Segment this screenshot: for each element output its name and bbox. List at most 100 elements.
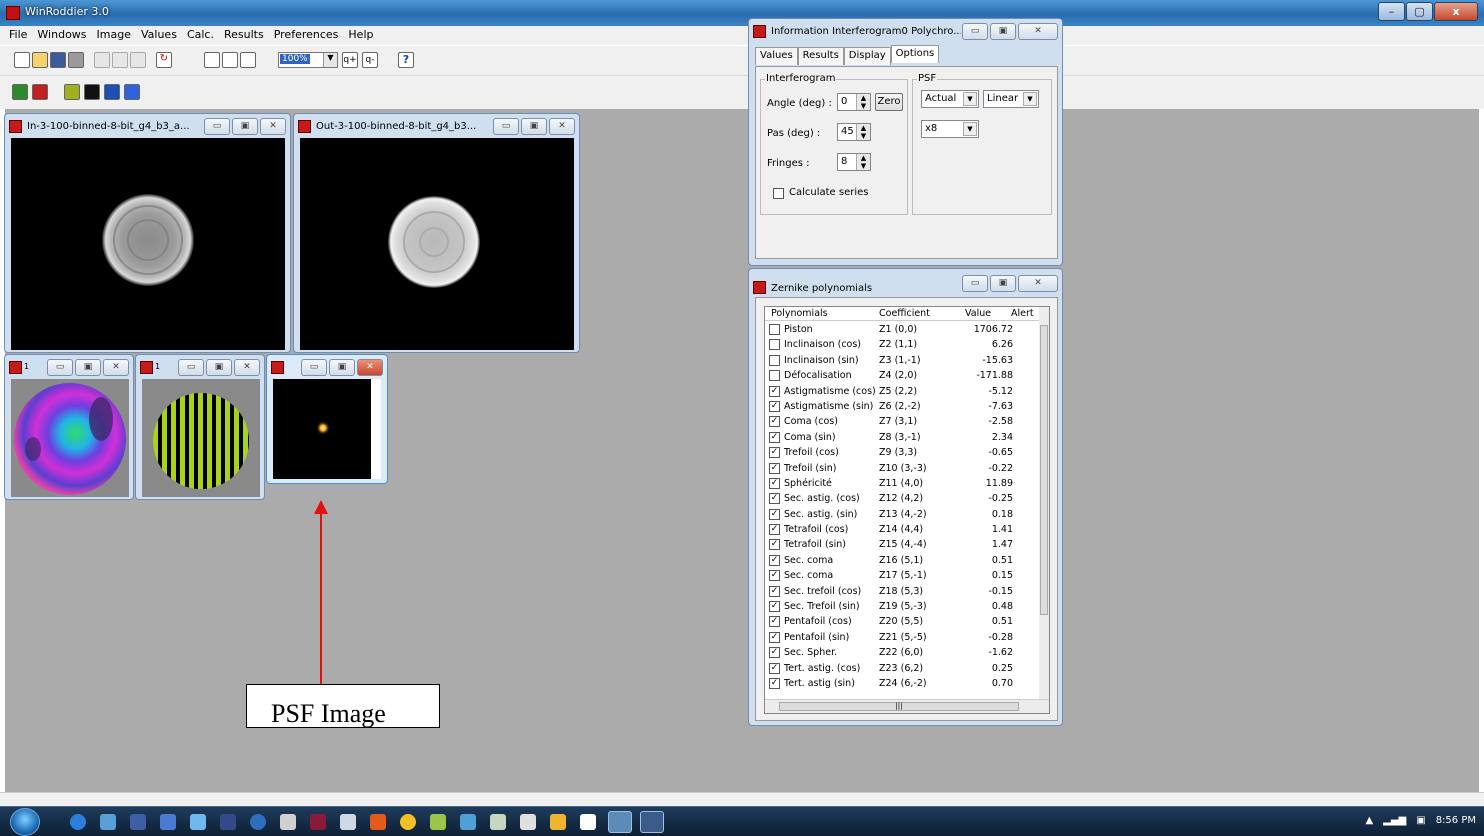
minimize-button[interactable]: ▭ [301, 359, 327, 376]
minimize-button[interactable]: ▭ [962, 275, 988, 292]
tab-options[interactable]: Options [890, 45, 940, 63]
close-button[interactable]: ✕ [357, 359, 383, 376]
table-row[interactable]: ✓ Trefoil (cos) Z9 (3,3) -0.65 [765, 445, 1041, 460]
volume-icon[interactable]: ▲ [1365, 815, 1373, 826]
maximize-button[interactable]: ▣ [990, 23, 1016, 40]
open-folder-icon[interactable] [32, 52, 48, 68]
maximize-button[interactable]: ▣ [990, 275, 1016, 292]
table-row[interactable]: ✓ Tert. astig (sin) Z24 (6,-2) 0.70 [765, 676, 1041, 691]
row-checkbox[interactable] [769, 339, 780, 351]
app-icon[interactable] [340, 814, 356, 830]
table-row[interactable]: ✓ Tert. astig. (cos) Z23 (6,2) 0.25 [765, 661, 1041, 676]
close-button[interactable]: ✕ [260, 118, 286, 135]
close-button[interactable]: ✕ [549, 118, 575, 135]
interferogram-window[interactable]: 1 ▭ ▣ ✕ [135, 354, 265, 500]
table-row[interactable]: ✓ Sec. trefoil (cos) Z18 (5,3) -0.15 [765, 584, 1041, 599]
tab-values[interactable]: Values [755, 47, 798, 65]
row-checkbox[interactable]: ✓ [769, 462, 780, 474]
table-row[interactable]: ✓ Sec. coma Z16 (5,1) 0.51 [765, 553, 1041, 568]
maximize-button[interactable]: ▣ [521, 118, 547, 135]
psf-canvas[interactable] [273, 379, 371, 479]
pas-spinner[interactable]: 45 ▲ ▼ [837, 123, 871, 141]
media-player-icon[interactable] [370, 814, 386, 830]
table-row[interactable]: ✓ Astigmatisme (sin) Z6 (2,-2) -7.63 [765, 399, 1041, 414]
start-button[interactable] [10, 808, 40, 836]
zernike-window[interactable]: Zernike polynomials ▭ ▣ ✕ Polynomials Co… [748, 268, 1063, 726]
app-icon[interactable] [100, 814, 116, 830]
row-checkbox[interactable]: ✓ [769, 601, 780, 613]
psf-tool-icon[interactable] [84, 84, 100, 100]
app-icon[interactable] [250, 814, 266, 830]
minimize-button[interactable]: ▭ [47, 359, 73, 376]
minimize-button[interactable]: ▭ [962, 23, 988, 40]
psf-scrollbar[interactable] [371, 379, 381, 479]
internet-explorer-icon[interactable] [70, 814, 86, 830]
table-row[interactable]: ✓ Tetrafoil (sin) Z15 (4,-4) 1.47 [765, 537, 1041, 552]
maximize-button[interactable]: ▣ [232, 118, 258, 135]
table-row[interactable]: ✓ Sec. Trefoil (sin) Z19 (5,-3) 0.48 [765, 599, 1041, 614]
close-button[interactable]: x [1434, 2, 1478, 21]
app-icon[interactable] [460, 814, 476, 830]
spinner-arrows-icon[interactable]: ▲ ▼ [856, 94, 870, 110]
table-row[interactable]: ✓ Sec. coma Z17 (5,-1) 0.15 [765, 568, 1041, 583]
copy-icon[interactable] [112, 52, 128, 68]
row-checkbox[interactable]: ✓ [769, 385, 780, 397]
interferogram-titlebar[interactable]: 1 ▭ ▣ ✕ [140, 359, 260, 377]
minimize-button[interactable]: – [1378, 2, 1405, 21]
table-row[interactable]: ✓ Sec. Spher. Z22 (6,0) -1.62 [765, 645, 1041, 660]
print-icon[interactable] [68, 52, 84, 68]
information-window[interactable]: Information Interferogram0 Polychro... ▭… [748, 18, 1063, 266]
app-icon[interactable] [550, 814, 566, 830]
minimize-button[interactable]: ▭ [493, 118, 519, 135]
app-icon[interactable] [220, 814, 236, 830]
out-image-window[interactable]: Out-3-100-binned-8-bit_g4_b3... ▭ ▣ ✕ [293, 113, 580, 353]
spinner-arrows-icon[interactable]: ▲ ▼ [856, 124, 870, 140]
fringes-spinner[interactable]: 8 ▲ ▼ [837, 153, 871, 171]
row-checkbox[interactable]: ✓ [769, 477, 780, 489]
table-row[interactable]: ✓ Pentafoil (sin) Z21 (5,-5) -0.28 [765, 630, 1041, 645]
row-checkbox[interactable] [769, 354, 780, 366]
column-header-alert[interactable]: Alert [1011, 308, 1034, 319]
save-icon[interactable] [50, 52, 66, 68]
network-icon[interactable]: ▣ [1416, 815, 1425, 826]
app-icon[interactable] [430, 814, 446, 830]
zero-button[interactable]: Zero [875, 93, 903, 111]
mtf-tool-icon[interactable] [104, 84, 120, 100]
tile-vertical-icon[interactable] [240, 52, 256, 68]
psf-mode-select[interactable]: Actual ▼ [921, 90, 979, 108]
row-checkbox[interactable]: ✓ [769, 431, 780, 443]
table-row[interactable]: ✓ Pentafoil (cos) Z20 (5,5) 0.51 [765, 614, 1041, 629]
maximize-button[interactable]: ▣ [75, 359, 101, 376]
psf-window[interactable]: ▭ ▣ ✕ [266, 354, 388, 484]
table-row[interactable]: ✓ Coma (sin) Z8 (3,-1) 2.34 [765, 430, 1041, 445]
horizontal-scrollbar[interactable]: ||| [765, 699, 1049, 713]
angle-spinner[interactable]: 0 ▲ ▼ [837, 93, 871, 111]
chevron-down-icon[interactable]: ▼ [963, 122, 977, 136]
menu-values[interactable]: Values [136, 26, 182, 45]
in-image-canvas[interactable] [11, 138, 285, 350]
app-icon[interactable] [520, 814, 536, 830]
minimize-button[interactable]: ▭ [204, 118, 230, 135]
refresh-icon[interactable]: ↻ [156, 52, 172, 68]
phase-map-titlebar[interactable]: 1 ▭ ▣ ✕ [9, 359, 129, 377]
spinner-arrows-icon[interactable]: ▲ ▼ [856, 154, 870, 170]
menu-windows[interactable]: Windows [32, 26, 91, 45]
tile-horizontal-icon[interactable] [204, 52, 220, 68]
close-button[interactable]: ✕ [234, 359, 260, 376]
menu-results[interactable]: Results [219, 26, 269, 45]
row-checkbox[interactable]: ✓ [769, 570, 780, 582]
psf-scale-select[interactable]: Linear ▼ [983, 90, 1039, 108]
row-checkbox[interactable]: ✓ [769, 554, 780, 566]
psf-zoom-select[interactable]: x8 ▼ [921, 120, 979, 138]
row-checkbox[interactable]: ✓ [769, 400, 780, 412]
cut-icon[interactable] [94, 52, 110, 68]
app-icon[interactable] [608, 811, 632, 833]
zoom-select[interactable]: 100% ▼ [278, 52, 338, 68]
phase-map-canvas[interactable] [11, 379, 129, 497]
app-icon[interactable] [310, 814, 326, 830]
column-header-polynomials[interactable]: Polynomials [771, 308, 828, 319]
row-checkbox[interactable]: ✓ [769, 631, 780, 643]
table-row[interactable]: ✓ Astigmatisme (cos) Z5 (2,2) -5.12 [765, 384, 1041, 399]
chevron-down-icon[interactable]: ▼ [963, 92, 977, 106]
app-titlebar[interactable]: WinRoddier 3.0 – ▢ x [0, 0, 1484, 26]
